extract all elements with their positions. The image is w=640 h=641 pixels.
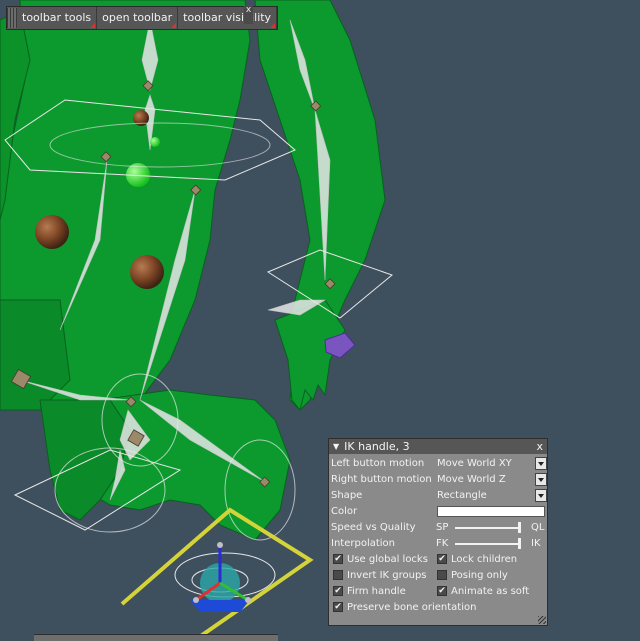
lock-children-checkbox[interactable]: ✔ bbox=[437, 554, 447, 564]
invert-ik-groups-checkbox[interactable] bbox=[333, 570, 343, 580]
speed-label: SP bbox=[436, 522, 449, 533]
fk-label: FK bbox=[436, 538, 449, 549]
checkbox-row-2: Invert IK groups Posing only bbox=[331, 568, 547, 583]
menu-arrow-icon bbox=[171, 23, 177, 28]
open-toolbar-button[interactable]: open toolbar bbox=[97, 7, 179, 29]
speed-vs-quality-label: Speed vs Quality bbox=[331, 522, 416, 533]
close-icon[interactable]: x bbox=[536, 439, 543, 454]
panel-title: IK handle, 3 bbox=[344, 440, 410, 453]
checkbox-row-1: ✔ Use global locks ✔ Lock children bbox=[331, 552, 547, 567]
animate-as-soft-label: Animate as soft bbox=[451, 586, 530, 597]
shape-label: Shape bbox=[331, 490, 363, 501]
menu-arrow-icon bbox=[90, 23, 96, 28]
interpolation-label: Interpolation bbox=[331, 538, 395, 549]
color-label: Color bbox=[331, 506, 358, 517]
firm-handle-label: Firm handle bbox=[347, 586, 406, 597]
firm-handle-checkbox[interactable]: ✔ bbox=[333, 586, 343, 596]
toolbar-visibility-label: toolbar visibility bbox=[183, 11, 272, 24]
checkbox-row-4: ✔ Preserve bone orientation bbox=[331, 600, 547, 615]
chevron-down-icon[interactable] bbox=[535, 489, 547, 502]
ik-handle-panel: ▼ IK handle, 3 x Left button motion Move… bbox=[328, 438, 548, 626]
triangle-down-icon[interactable]: ▼ bbox=[333, 442, 339, 451]
color-row: Color bbox=[331, 504, 547, 519]
left-button-motion-label: Left button motion bbox=[331, 458, 425, 469]
speed-vs-quality-row: Speed vs Quality SP QL bbox=[331, 520, 547, 535]
right-button-motion-dropdown[interactable]: Move World Z bbox=[435, 473, 547, 486]
right-button-motion-value: Move World Z bbox=[437, 474, 506, 485]
toolbar-grip[interactable] bbox=[7, 8, 17, 28]
ik-label: IK bbox=[531, 538, 541, 549]
interpolation-handle[interactable] bbox=[518, 538, 521, 549]
animate-as-soft-checkbox[interactable]: ✔ bbox=[437, 586, 447, 596]
posing-only-label: Posing only bbox=[451, 570, 508, 581]
lock-children-label: Lock children bbox=[451, 554, 518, 565]
resize-grip-icon[interactable] bbox=[538, 616, 546, 624]
speed-vs-quality-handle[interactable] bbox=[518, 522, 521, 533]
shape-value: Rectangle bbox=[437, 490, 487, 501]
color-swatch[interactable] bbox=[437, 506, 545, 517]
toolbar-tools-button[interactable]: toolbar tools bbox=[17, 7, 98, 29]
checkbox-row-3: ✔ Firm handle ✔ Animate as soft bbox=[331, 584, 547, 599]
chevron-down-icon[interactable] bbox=[535, 473, 547, 486]
preserve-bone-orientation-label: Preserve bone orientation bbox=[347, 602, 477, 613]
open-toolbar-label: open toolbar bbox=[102, 11, 173, 24]
toolbar-visibility-button[interactable]: toolbar visibility bbox=[178, 7, 278, 29]
use-global-locks-label: Use global locks bbox=[347, 554, 428, 565]
shape-dropdown[interactable]: Rectangle bbox=[435, 489, 547, 502]
posing-only-checkbox[interactable] bbox=[437, 570, 447, 580]
interpolation-slider[interactable] bbox=[455, 543, 521, 545]
menu-arrow-icon bbox=[270, 23, 276, 28]
left-button-motion-value: Move World XY bbox=[437, 458, 512, 469]
right-button-motion-label: Right button motion bbox=[331, 474, 432, 485]
interpolation-row: Interpolation FK IK bbox=[331, 536, 547, 551]
use-global-locks-checkbox[interactable]: ✔ bbox=[333, 554, 343, 564]
preserve-bone-orientation-checkbox[interactable]: ✔ bbox=[333, 602, 343, 612]
toolbar-close-icon[interactable]: x bbox=[244, 6, 253, 24]
chevron-down-icon[interactable] bbox=[535, 457, 547, 470]
panel-title-bar[interactable]: ▼ IK handle, 3 x bbox=[329, 439, 547, 454]
toolbar-tools-label: toolbar tools bbox=[22, 11, 92, 24]
left-button-motion-dropdown[interactable]: Move World XY bbox=[435, 457, 547, 470]
speed-vs-quality-slider[interactable] bbox=[455, 527, 521, 529]
invert-ik-groups-label: Invert IK groups bbox=[347, 570, 427, 581]
quality-label: QL bbox=[531, 522, 545, 533]
toolbar: toolbar tools open toolbar toolbar visib… bbox=[6, 6, 279, 30]
